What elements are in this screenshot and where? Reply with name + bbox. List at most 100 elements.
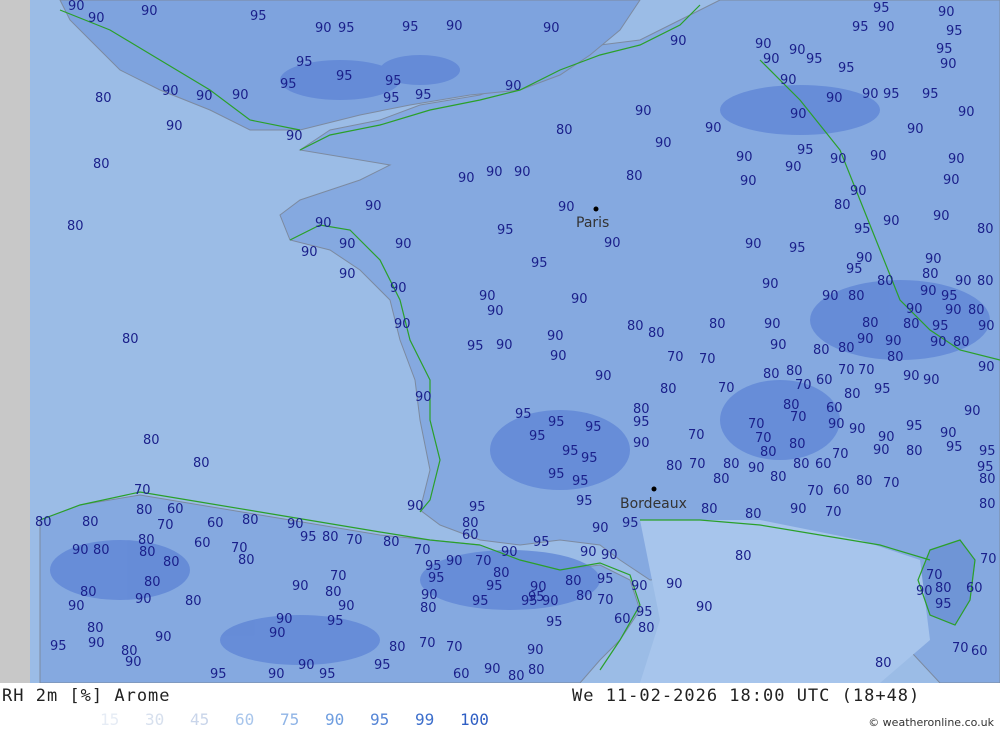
svg-text:95: 95: [922, 87, 939, 102]
svg-text:90: 90: [315, 21, 332, 36]
svg-text:95: 95: [469, 500, 486, 515]
svg-text:90: 90: [903, 369, 920, 384]
svg-text:80: 80: [383, 535, 400, 550]
svg-text:70: 70: [980, 552, 997, 567]
svg-text:90: 90: [740, 174, 757, 189]
svg-text:70: 70: [755, 431, 772, 446]
svg-text:90: 90: [232, 88, 249, 103]
svg-text:60: 60: [826, 401, 843, 416]
svg-text:70: 70: [134, 483, 151, 498]
svg-text:95: 95: [300, 530, 317, 545]
svg-text:80: 80: [977, 274, 994, 289]
svg-text:80: 80: [322, 530, 339, 545]
svg-text:60: 60: [815, 457, 832, 472]
svg-text:95: 95: [385, 74, 402, 89]
svg-text:90: 90: [268, 667, 285, 682]
svg-text:90: 90: [828, 417, 845, 432]
svg-text:70: 70: [346, 533, 363, 548]
svg-text:90: 90: [592, 521, 609, 536]
svg-text:90: 90: [68, 0, 85, 14]
svg-text:90: 90: [571, 292, 588, 307]
svg-text:95: 95: [636, 605, 653, 620]
svg-text:90: 90: [826, 91, 843, 106]
svg-text:80: 80: [862, 316, 879, 331]
svg-text:80: 80: [389, 640, 406, 655]
svg-text:90: 90: [857, 332, 874, 347]
svg-text:95: 95: [852, 20, 869, 35]
credit[interactable]: © weatheronline.co.uk: [868, 716, 994, 729]
svg-text:90: 90: [125, 655, 142, 670]
svg-text:90: 90: [849, 422, 866, 437]
svg-text:90: 90: [135, 592, 152, 607]
svg-text:90: 90: [940, 426, 957, 441]
svg-text:80: 80: [723, 457, 740, 472]
svg-text:80: 80: [660, 382, 677, 397]
svg-text:95: 95: [529, 429, 546, 444]
svg-text:90: 90: [162, 84, 179, 99]
svg-text:95: 95: [941, 289, 958, 304]
svg-text:95: 95: [319, 667, 336, 682]
svg-text:80: 80: [979, 472, 996, 487]
city-label: Paris: [576, 215, 609, 231]
svg-text:70: 70: [952, 641, 969, 656]
svg-text:90: 90: [604, 236, 621, 251]
svg-text:90: 90: [873, 443, 890, 458]
svg-text:80: 80: [136, 503, 153, 518]
svg-text:90: 90: [505, 79, 522, 94]
svg-text:80: 80: [856, 474, 873, 489]
svg-text:80: 80: [789, 437, 806, 452]
svg-text:90: 90: [514, 165, 531, 180]
svg-text:80: 80: [953, 335, 970, 350]
svg-text:90: 90: [580, 545, 597, 560]
svg-text:95: 95: [210, 667, 227, 682]
forecast-datetime: We 11-02-2026 18:00 UTC (18+48): [572, 686, 921, 706]
svg-text:95: 95: [633, 415, 650, 430]
svg-text:70: 70: [718, 381, 735, 396]
legend-item: 75: [280, 710, 300, 729]
svg-text:70: 70: [807, 484, 824, 499]
svg-text:90: 90: [269, 626, 286, 641]
svg-text:80: 80: [875, 656, 892, 671]
svg-text:90: 90: [166, 119, 183, 134]
svg-text:90: 90: [339, 237, 356, 252]
svg-text:90: 90: [850, 184, 867, 199]
svg-text:80: 80: [735, 549, 752, 564]
svg-text:95: 95: [946, 24, 963, 39]
svg-text:90: 90: [501, 545, 518, 560]
svg-text:80: 80: [80, 585, 97, 600]
legend-item: 95: [370, 710, 390, 729]
svg-text:95: 95: [597, 572, 614, 587]
svg-text:95: 95: [546, 615, 563, 630]
svg-text:70: 70: [597, 593, 614, 608]
svg-text:90: 90: [486, 165, 503, 180]
svg-text:95: 95: [250, 9, 267, 24]
svg-text:90: 90: [878, 20, 895, 35]
svg-text:80: 80: [163, 555, 180, 570]
svg-text:60: 60: [833, 483, 850, 498]
svg-text:90: 90: [631, 579, 648, 594]
svg-text:90: 90: [446, 19, 463, 34]
svg-text:90: 90: [696, 600, 713, 615]
svg-text:70: 70: [825, 505, 842, 520]
svg-text:70: 70: [838, 363, 855, 378]
svg-text:60: 60: [194, 536, 211, 551]
svg-text:80: 80: [906, 444, 923, 459]
svg-text:60: 60: [614, 612, 631, 627]
svg-text:90: 90: [764, 317, 781, 332]
svg-text:60: 60: [167, 502, 184, 517]
svg-text:80: 80: [760, 445, 777, 460]
svg-text:90: 90: [943, 173, 960, 188]
svg-text:60: 60: [816, 373, 833, 388]
legend-item: 99: [415, 710, 435, 729]
svg-text:90: 90: [496, 338, 513, 353]
svg-text:90: 90: [885, 334, 902, 349]
svg-text:80: 80: [793, 457, 810, 472]
svg-text:80: 80: [144, 575, 161, 590]
svg-text:80: 80: [786, 364, 803, 379]
svg-text:90: 90: [780, 73, 797, 88]
svg-text:90: 90: [365, 199, 382, 214]
svg-text:80: 80: [93, 157, 110, 172]
svg-text:80: 80: [709, 317, 726, 332]
svg-text:80: 80: [979, 497, 996, 512]
svg-text:95: 95: [428, 571, 445, 586]
